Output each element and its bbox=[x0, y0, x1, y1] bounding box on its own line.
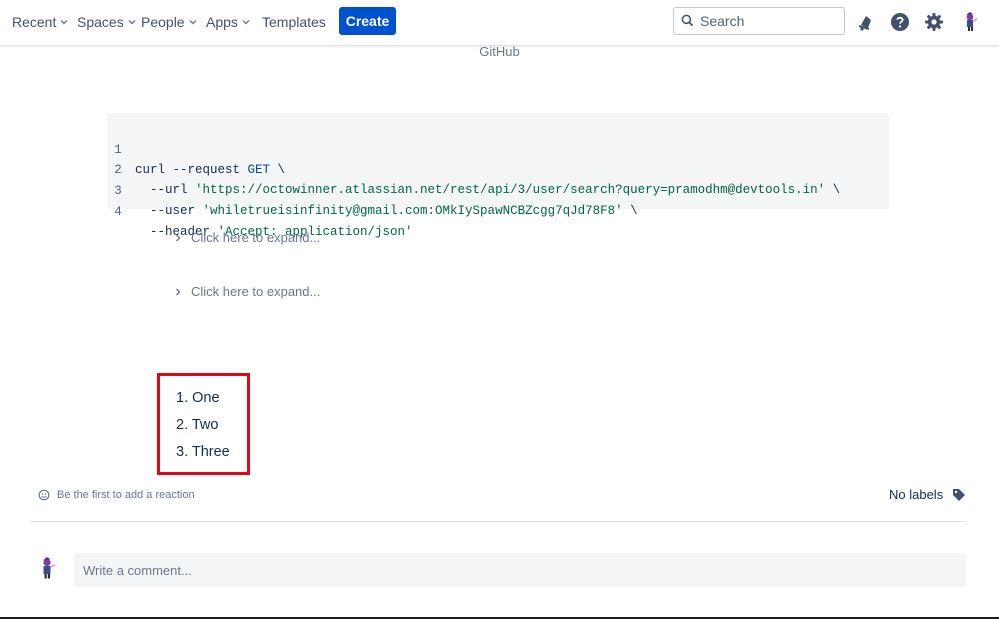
nav-people-label: People bbox=[141, 14, 185, 30]
list-item: 1. One bbox=[176, 390, 220, 406]
chevron-down-icon bbox=[128, 20, 136, 25]
help-icon[interactable] bbox=[889, 11, 911, 33]
notification-icon[interactable] bbox=[855, 11, 877, 33]
emoji-icon bbox=[38, 489, 50, 501]
divider bbox=[30, 521, 966, 522]
labels-text: No labels bbox=[889, 487, 944, 502]
nav-spaces[interactable]: Spaces bbox=[77, 13, 137, 31]
chevron-right-icon bbox=[176, 234, 181, 242]
code-token: --user bbox=[135, 204, 203, 218]
avatar[interactable] bbox=[959, 11, 981, 33]
code-token: curl --request bbox=[135, 163, 248, 177]
reaction-label: Be the first to add a reaction bbox=[57, 489, 195, 501]
code-token: \ bbox=[825, 183, 841, 197]
nav-recent-label: Recent bbox=[12, 14, 57, 30]
comment-input[interactable]: Write a comment... bbox=[74, 553, 966, 587]
code-keyword: GET bbox=[247, 163, 271, 177]
nav-recent[interactable]: Recent bbox=[12, 13, 69, 31]
nav-apps[interactable]: Apps bbox=[206, 13, 251, 31]
expand-toggle[interactable]: Click here to expand... bbox=[173, 283, 320, 301]
nav-templates[interactable]: Templates bbox=[262, 13, 326, 31]
code-token: \ bbox=[622, 204, 638, 218]
code-string: 'https://octowinner.atlassian.net/rest/a… bbox=[195, 183, 826, 197]
comment-placeholder: Write a comment... bbox=[83, 563, 192, 578]
chevron-down-icon bbox=[242, 20, 250, 25]
avatar bbox=[43, 557, 56, 579]
line-number: 4 bbox=[114, 205, 122, 219]
expand-label: Click here to expand... bbox=[191, 230, 321, 245]
nav-spaces-label: Spaces bbox=[77, 14, 124, 30]
label-icon[interactable] bbox=[951, 487, 967, 503]
nav-templates-label: Templates bbox=[262, 14, 326, 30]
search-icon bbox=[681, 14, 694, 27]
code-line: 4 --header 'Accept: application/json' bbox=[107, 182, 412, 239]
expand-label: Click here to expand... bbox=[191, 284, 321, 299]
top-navigation: Recent Spaces People Apps Templates Crea… bbox=[0, 0, 999, 45]
code-line: 3 --user 'whiletrueisinfinity@gmail.com:… bbox=[107, 161, 637, 218]
chevron-down-icon bbox=[189, 20, 197, 25]
search-box[interactable] bbox=[673, 7, 845, 35]
nav-apps-label: Apps bbox=[206, 14, 238, 30]
code-token: --url bbox=[135, 183, 196, 197]
chevron-right-icon bbox=[176, 288, 181, 296]
list-item: 2. Two bbox=[176, 417, 219, 433]
search-input[interactable] bbox=[700, 11, 838, 31]
labels-area: No labels bbox=[889, 486, 967, 504]
nav-people[interactable]: People bbox=[141, 13, 198, 31]
settings-icon[interactable] bbox=[923, 11, 945, 33]
code-content: curl --request GET \ bbox=[135, 160, 285, 180]
code-line: 1 curl --request GET \ bbox=[107, 120, 285, 177]
list-item: 3. Three bbox=[176, 444, 230, 460]
code-content: --user 'whiletrueisinfinity@gmail.com:OM… bbox=[135, 201, 638, 221]
expand-toggle[interactable]: Click here to expand... bbox=[173, 229, 320, 247]
code-line: 2 --url 'https://octowinner.atlassian.ne… bbox=[107, 140, 840, 197]
add-reaction-button[interactable]: Be the first to add a reaction bbox=[38, 487, 195, 503]
create-button[interactable]: Create bbox=[339, 7, 396, 35]
code-token: \ bbox=[270, 163, 286, 177]
page-caption: GitHub bbox=[479, 44, 520, 59]
chevron-down-icon bbox=[60, 20, 68, 25]
code-content: --url 'https://octowinner.atlassian.net/… bbox=[135, 180, 840, 200]
code-block: 1 curl --request GET \ 2 --url 'https://… bbox=[107, 113, 889, 239]
code-string: 'whiletrueisinfinity@gmail.com:OMkIySpaw… bbox=[202, 204, 623, 218]
